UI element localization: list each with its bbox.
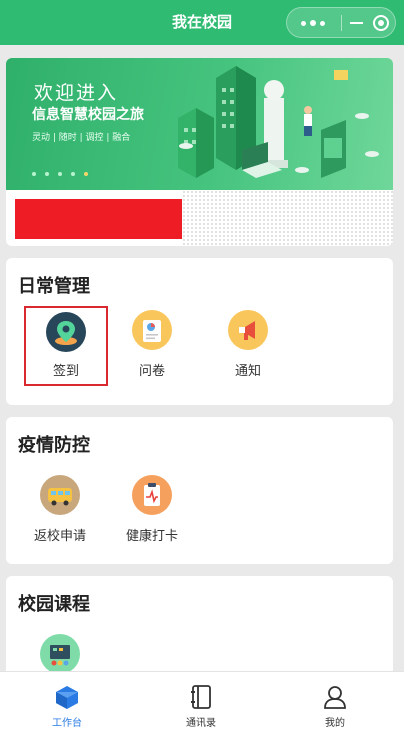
check-in-tile[interactable]: 签到 [24,306,108,386]
section-title: 疫情防控 [18,435,90,456]
school-bus-icon [40,475,80,515]
campus-illustration [178,66,379,178]
more-options-button[interactable] [297,12,333,34]
mini-program-capsule [286,7,396,38]
redacted-area [15,199,182,239]
tile-label: 签到 [52,364,79,379]
tile-label: 问卷 [138,364,165,379]
questionnaire-icon [132,310,172,350]
megaphone-icon [228,310,268,350]
return-to-school-tile[interactable]: 返校申请 [18,471,102,551]
health-clipboard-icon [132,475,172,515]
tab-label: 工作台 [52,718,82,729]
cube-icon [56,686,78,709]
address-book-icon [191,685,211,709]
notice-tile[interactable]: 通知 [206,306,290,386]
capsule-divider [341,15,342,31]
tab-workbench[interactable]: 工作台 [0,672,134,742]
promo-banner[interactable]: 欢迎进入 信息智慧校园之旅 灵动 | 随时 | 调控 | 融合 [6,58,393,190]
banner-card: 欢迎进入 信息智慧校园之旅 灵动 | 随时 | 调控 | 融合 [6,58,393,246]
campus-courses-card: 校园课程 [6,576,393,686]
health-check-in-tile[interactable]: 健康打卡 [110,471,194,551]
tab-label: 通讯录 [186,718,216,729]
section-title: 日常管理 [18,276,90,297]
banner-welcome-text: 欢迎进入 [34,82,119,104]
dotted-placeholder [182,190,393,246]
banner-tagline: 灵动 | 随时 | 调控 | 融合 [32,133,131,143]
section-title: 校园课程 [18,594,90,615]
tile-label: 通知 [234,364,261,379]
minimize-button[interactable] [347,12,371,34]
questionnaire-tile[interactable]: 问卷 [110,306,194,386]
close-mini-program-button[interactable] [371,12,393,34]
person-icon [324,686,346,709]
bottom-tab-bar: 工作台 通讯录 我的 [0,671,404,742]
tile-label: 健康打卡 [125,529,178,544]
location-pin-icon [46,312,86,352]
banner-subtitle: 信息智慧校园之旅 [32,107,144,123]
app-header: 我在校园 [0,0,404,45]
tab-me[interactable]: 我的 [268,672,402,742]
epidemic-prevention-card: 疫情防控 返校申请 健康打卡 [6,417,393,564]
classroom-board-icon [40,634,80,674]
tile-label: 返校申请 [33,529,86,544]
daily-management-card: 日常管理 签到 问卷 通知 [6,258,393,405]
banner-pagination-dots [32,161,97,180]
tab-label: 我的 [325,718,345,729]
tab-contacts[interactable]: 通讯录 [134,672,268,742]
